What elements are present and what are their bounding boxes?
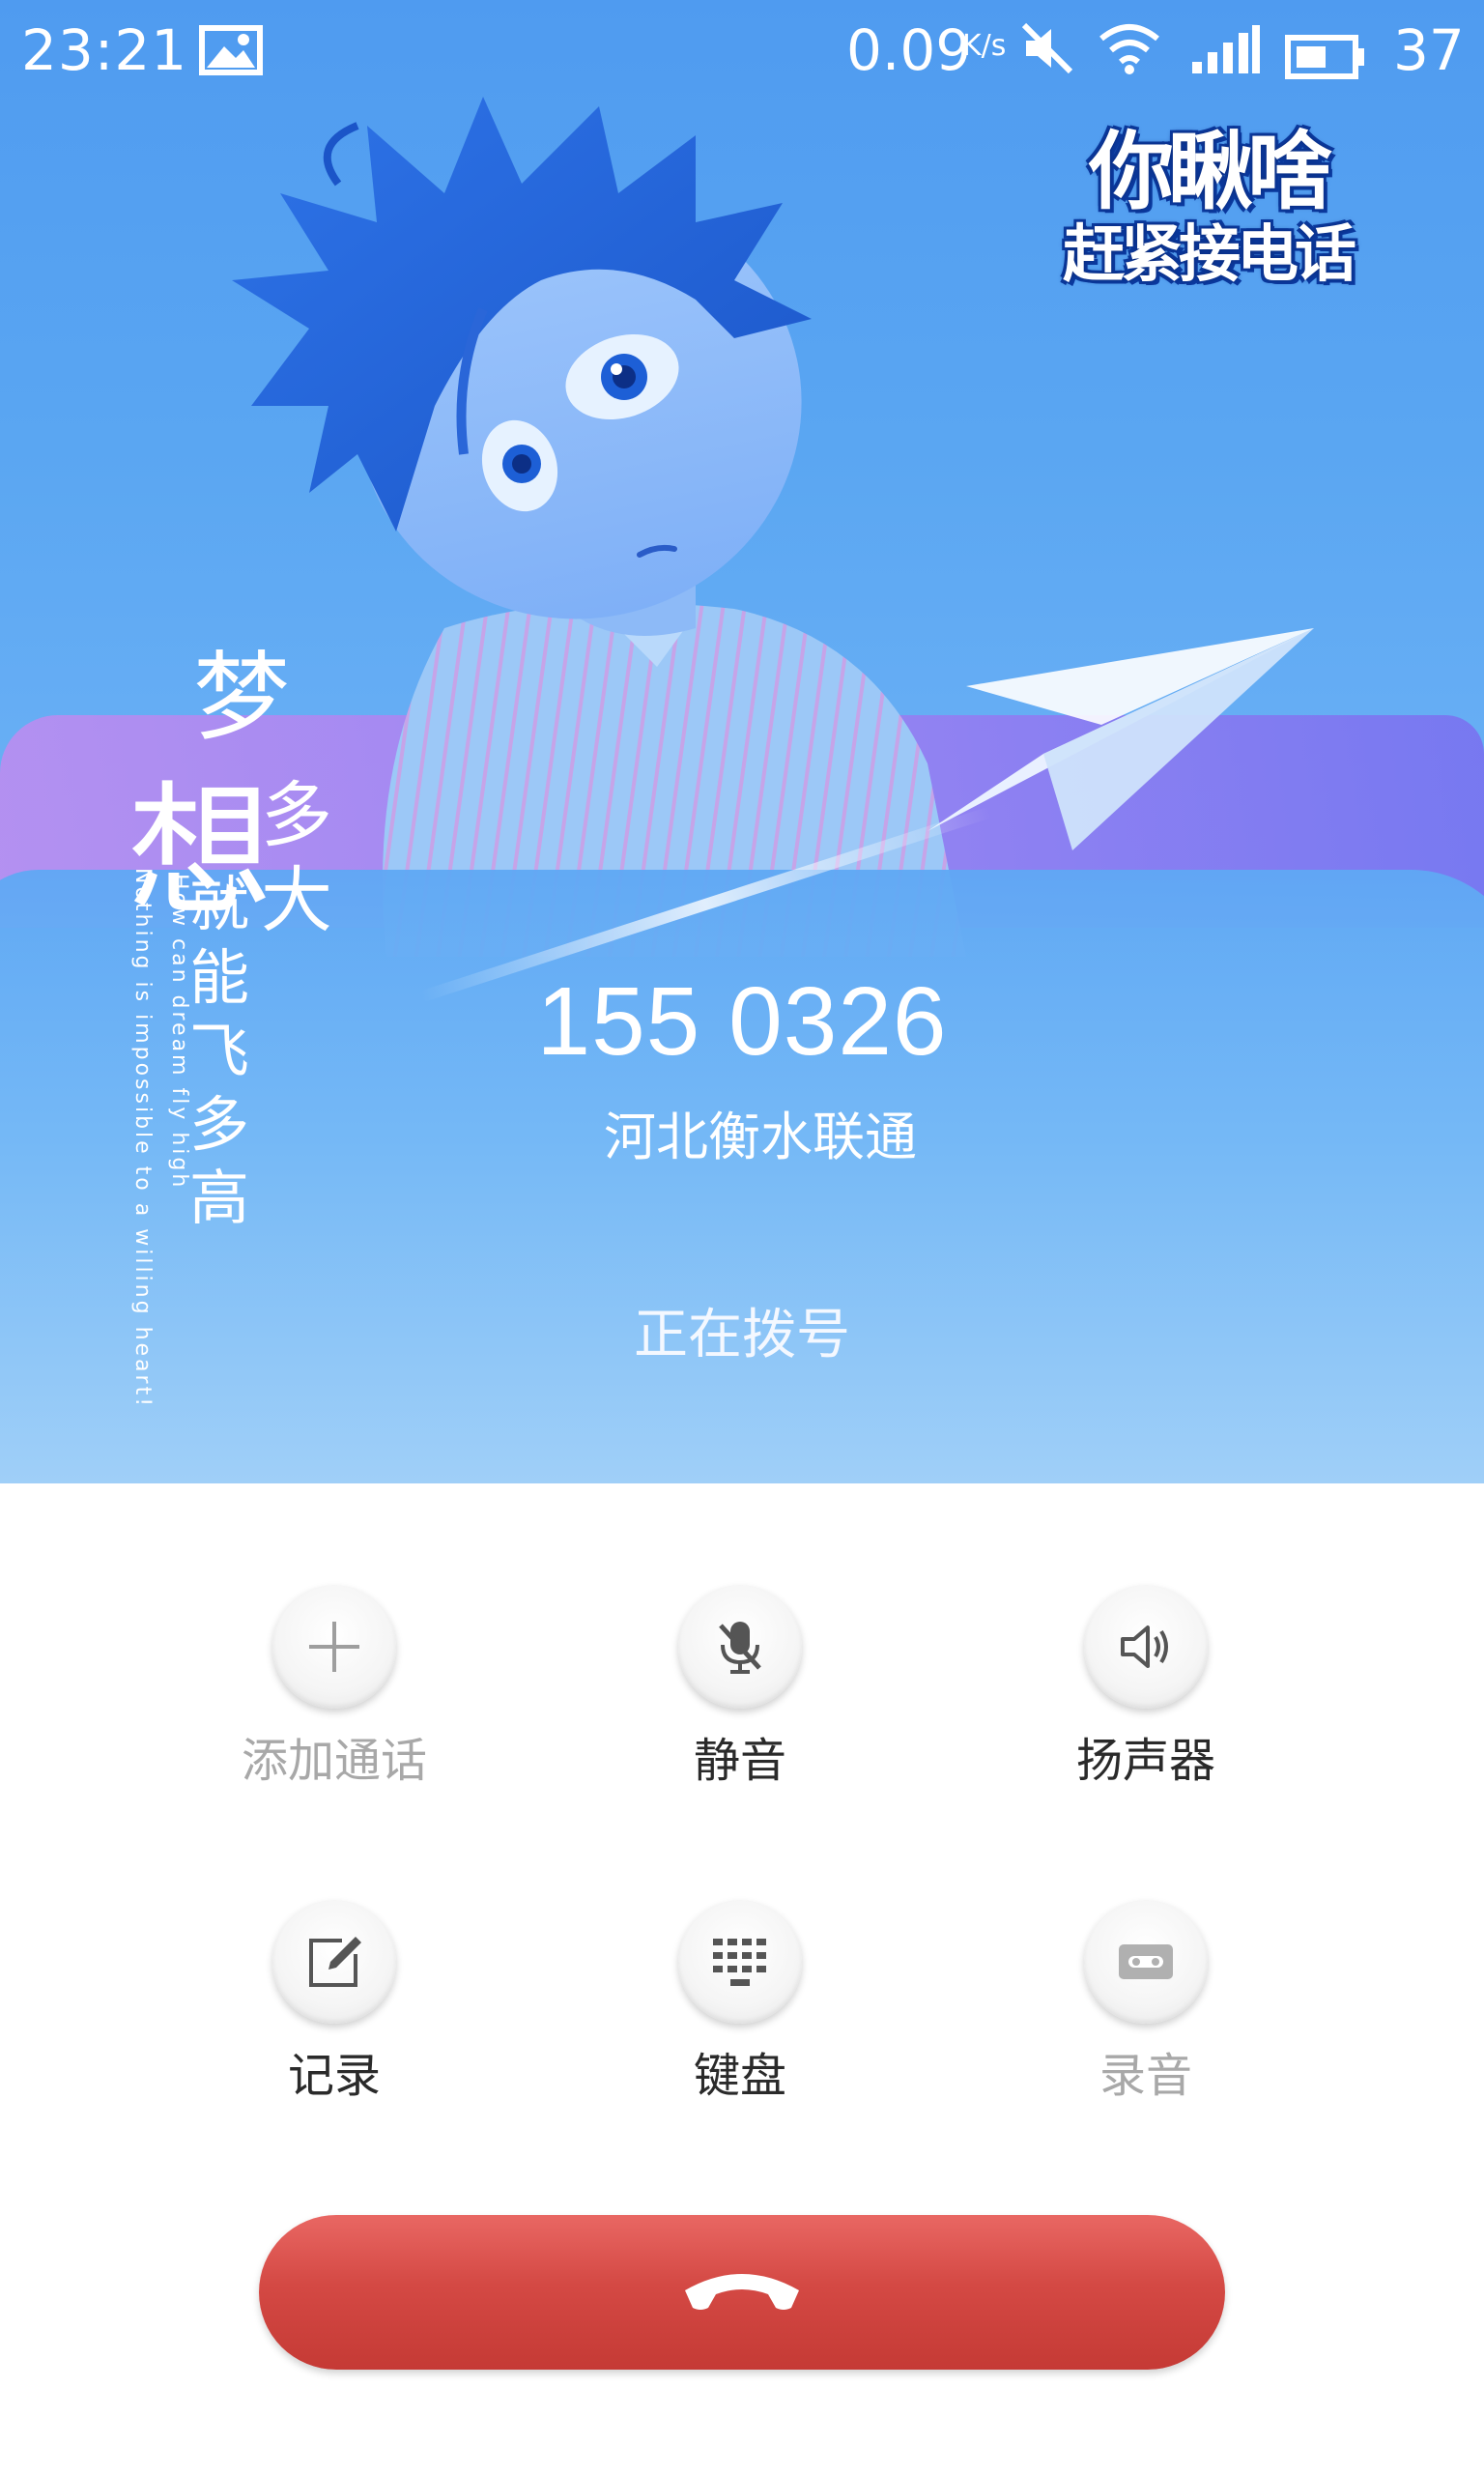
edit-note-icon[interactable]	[272, 1900, 396, 2024]
cassette-icon[interactable]	[1084, 1900, 1208, 2024]
net-speed-unit: K/s	[962, 29, 1007, 63]
record-label: 录音	[1099, 2049, 1192, 2103]
phone-hangup-icon	[679, 2261, 805, 2323]
mute-label: 静音	[693, 1734, 786, 1788]
caller-wallpaper: 23:21 0.09 K/s 37 你瞅啥 赶紧接电话 梦 想 多大 就能飞多高…	[0, 0, 1484, 1483]
wifi-icon	[1098, 21, 1161, 89]
battery-level: 37	[1393, 17, 1465, 83]
notes-label: 记录	[287, 2049, 381, 2103]
battery-icon	[1285, 27, 1366, 93]
record-button[interactable]: 录音	[1001, 1900, 1291, 2105]
banner-line-2: 赶紧接电话	[1063, 219, 1356, 291]
paper-plane-illustration	[928, 628, 1314, 850]
add-call-button[interactable]: 添加通话	[189, 1585, 479, 1790]
calligraphy-chars-3: 多大	[261, 774, 332, 942]
end-call-button[interactable]	[259, 2215, 1225, 2370]
net-speed: 0.09	[846, 17, 972, 83]
cell-signal-icon	[1190, 23, 1262, 89]
image-notification-icon	[199, 23, 263, 89]
status-time: 23:21	[21, 17, 188, 83]
mute-status-icon	[1020, 21, 1074, 89]
caller-number: 155 0326	[536, 967, 948, 1076]
speaker-label: 扬声器	[1075, 1734, 1215, 1788]
status-bar: 23:21 0.09 K/s 37	[0, 0, 1484, 97]
call-status: 正在拨号	[634, 1304, 850, 1366]
mute-button[interactable]: 静音	[595, 1585, 885, 1790]
speaker-icon[interactable]	[1084, 1585, 1208, 1709]
keypad-button[interactable]: 键盘	[595, 1900, 885, 2105]
wallpaper-banner: 你瞅啥 赶紧接电话	[1003, 126, 1413, 300]
dialpad-icon[interactable]	[678, 1900, 802, 2024]
banner-line-1: 你瞅啥	[1088, 122, 1332, 221]
plus-icon[interactable]	[272, 1585, 396, 1709]
mic-off-icon[interactable]	[678, 1585, 802, 1709]
keypad-label: 键盘	[693, 2049, 786, 2103]
caller-location: 河北衡水联通	[604, 1107, 917, 1167]
notes-button[interactable]: 记录	[189, 1900, 479, 2105]
speaker-button[interactable]: 扬声器	[1001, 1585, 1291, 1790]
add-call-label: 添加通话	[241, 1734, 427, 1788]
